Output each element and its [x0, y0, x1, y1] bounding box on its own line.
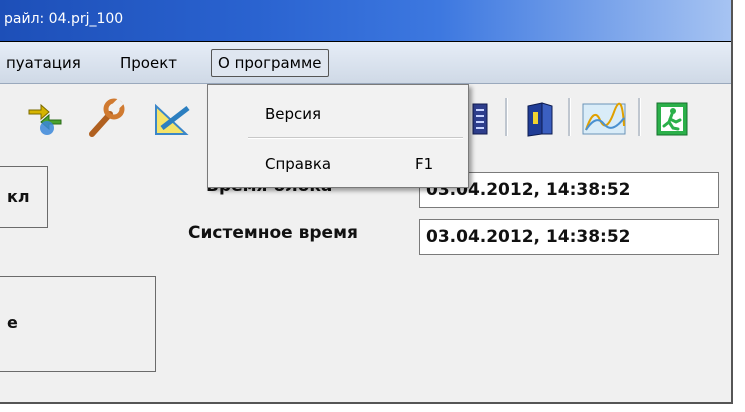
- system-time-field[interactable]: 03.04.2012, 14:38:52: [419, 219, 719, 255]
- left-button-bottom-label: е: [7, 313, 18, 332]
- list-document-icon[interactable]: [465, 98, 505, 138]
- exit-icon[interactable]: [652, 98, 692, 138]
- menu-bar: пуатация Проект О программе: [0, 42, 731, 84]
- toolbar-separator: [505, 98, 508, 136]
- menu-item-version[interactable]: Версия: [208, 97, 468, 131]
- menu-item-help-label: Справка: [265, 155, 332, 173]
- toolbar-separator: [638, 98, 641, 136]
- menu-item-help-shortcut: F1: [415, 155, 434, 173]
- system-time-label: Системное время: [188, 223, 358, 243]
- left-button-top-label: кл: [7, 187, 30, 206]
- wrench-icon[interactable]: [86, 98, 126, 138]
- application-window: райл: 04.prj_100 пуатация Проект О прогр…: [0, 0, 733, 404]
- title-bar[interactable]: райл: 04.prj_100: [0, 0, 731, 42]
- menu-item-version-label: Версия: [265, 105, 322, 123]
- dropdown-separator: [248, 137, 463, 139]
- ruler-pencil-icon[interactable]: [152, 98, 192, 138]
- menu-item-help[interactable]: Справка F1: [208, 147, 468, 181]
- toolbar-separator: [568, 98, 571, 136]
- chart-icon[interactable]: [580, 98, 628, 138]
- about-dropdown-menu: Версия Справка F1: [207, 84, 469, 188]
- window-title: райл: 04.prj_100: [4, 11, 124, 27]
- sync-arrows-icon[interactable]: [25, 98, 65, 138]
- left-button-top[interactable]: кл: [0, 166, 48, 228]
- left-button-bottom[interactable]: е: [0, 276, 156, 372]
- menu-item-about[interactable]: О программе: [211, 49, 329, 77]
- menu-item-operation[interactable]: пуатация: [6, 54, 81, 72]
- menu-item-project[interactable]: Проект: [120, 54, 177, 72]
- book-icon[interactable]: [520, 98, 560, 138]
